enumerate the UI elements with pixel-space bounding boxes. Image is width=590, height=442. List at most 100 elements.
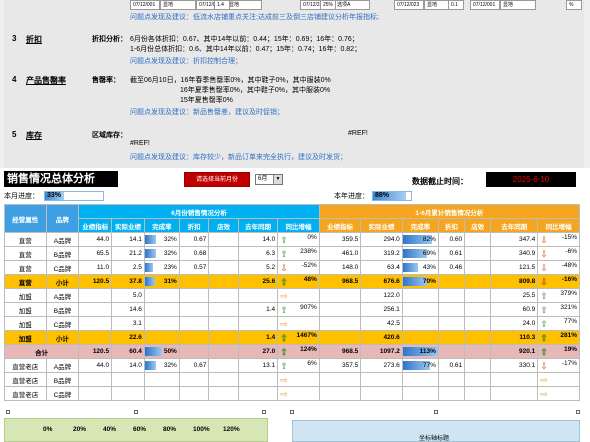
- cell-rate: 31%: [143, 274, 180, 289]
- cell-rate: [401, 386, 439, 401]
- cell-growth: ⇩ -52%: [277, 260, 320, 275]
- col-month-5: 去年同期: [237, 218, 279, 233]
- cell-value: [208, 302, 239, 317]
- cell-value: 319.2: [360, 246, 403, 261]
- cell-value: [178, 288, 210, 303]
- item-title[interactable]: 库存: [26, 130, 42, 141]
- resize-handle-icon[interactable]: [262, 410, 266, 414]
- cell-growth: ⇧ 379%: [537, 288, 580, 303]
- cell-value: [464, 288, 492, 303]
- row-brand: B品牌: [45, 246, 80, 261]
- item-title[interactable]: 折扣: [26, 34, 42, 45]
- row-brand: 小计: [45, 274, 80, 289]
- chevron-down-icon[interactable]: ▼: [273, 175, 282, 184]
- cell-value: [208, 386, 239, 401]
- cell-value: 1.4: [237, 302, 279, 317]
- cell-value: 347.4: [490, 232, 539, 247]
- cell-value: 273.6: [360, 358, 403, 373]
- top-report-area: 07/12/001 显地 07/12/001 显地 07/12/23 选项A 07/12/0…: [0, 0, 590, 168]
- cell-value: 14.0: [111, 358, 145, 373]
- item-note: 问题点发现及建议：折扣控制合理；: [130, 58, 242, 65]
- resize-handle-icon[interactable]: [290, 410, 294, 414]
- arrow-up-icon: ⇧: [540, 332, 548, 343]
- arrow-right-icon: ⇨: [540, 388, 548, 399]
- row-brand: B品牌: [45, 302, 80, 317]
- growth-text: -48%: [561, 261, 577, 269]
- row-attr: 直营: [4, 260, 47, 275]
- cell-value: 27.0: [237, 344, 279, 359]
- cell-value: [178, 316, 210, 331]
- rate-text: 69%: [422, 250, 436, 257]
- rate-bar-fill: [145, 235, 156, 244]
- cell-value: 60.9: [490, 302, 539, 317]
- table-row: 直营 小计 120.5 37.8 31% 25.6 ⇧ 48% 968.5 676.6 70% 809…: [4, 274, 580, 289]
- resize-handle-icon[interactable]: [134, 410, 138, 414]
- item-title[interactable]: 产品售罄率: [26, 75, 66, 86]
- rate-bar-fill: [145, 249, 156, 258]
- rate-bar-fill: [145, 347, 162, 356]
- cell-value: 968.5: [318, 274, 362, 289]
- col-ytd-4: 店效: [464, 218, 492, 233]
- month-select[interactable]: 6月 ▼: [255, 174, 283, 185]
- axis-tick: 20%: [73, 426, 87, 433]
- cell-value: 6.3: [237, 246, 279, 261]
- mini-cell: 显地: [226, 0, 262, 10]
- arrow-up-icon: ⇧: [280, 276, 288, 287]
- row-brand: 小计: [45, 330, 80, 345]
- cell-growth: ⇨: [277, 316, 320, 331]
- arrow-down-icon: ⇩: [540, 360, 548, 371]
- cell-value: 120.5: [78, 344, 113, 359]
- resize-handle-icon[interactable]: [576, 410, 580, 414]
- arrow-right-icon: ⇨: [280, 388, 288, 399]
- rate-text: 77%: [422, 362, 436, 369]
- growth-text: 77%: [563, 317, 577, 325]
- resize-handle-icon[interactable]: [434, 410, 438, 414]
- cell-growth: ⇧ 321%: [537, 302, 580, 317]
- chart-right-panel[interactable]: 坐标轴标题: [292, 420, 580, 442]
- resize-handle-icon[interactable]: [6, 410, 10, 414]
- cell-value: [464, 302, 492, 317]
- cell-value: 121.5: [490, 260, 539, 275]
- rate-text: 32%: [163, 236, 177, 243]
- row-brand: C品牌: [45, 260, 80, 275]
- arrow-up-icon: ⇧: [540, 304, 548, 315]
- chart-left-panel[interactable]: 0% 20% 40% 60% 80% 100% 120%: [4, 418, 268, 442]
- axis-tick: 80%: [163, 426, 177, 433]
- cell-value: 359.5: [318, 232, 362, 247]
- cell-value: [208, 344, 239, 359]
- arrow-right-icon: ⇨: [280, 290, 288, 301]
- cell-value: [237, 288, 279, 303]
- table-row: 合计 120.5 60.4 50% 27.0 ⇧ 124% 968.5 1097.2 113% 92…: [3, 344, 580, 359]
- cell-value: [237, 372, 279, 387]
- axis-title: 坐标轴标题: [419, 436, 450, 442]
- cell-value: [208, 274, 239, 289]
- year-progress-value: 88%: [375, 192, 390, 199]
- cell-value: 11.0: [78, 260, 113, 275]
- cell-value: 44.0: [78, 358, 113, 373]
- cell-rate: 50%: [143, 344, 180, 359]
- cell-value: [111, 386, 145, 401]
- cell-value: 120.5: [78, 274, 113, 289]
- row-attr: 直营老店: [4, 386, 47, 401]
- col-month-1: 实际业绩: [111, 218, 145, 233]
- mini-cell: 选项A: [334, 0, 370, 10]
- select-month-button[interactable]: 请选择当前月份: [184, 172, 250, 187]
- cell-value: 24.0: [490, 316, 539, 331]
- arrow-down-icon: ⇩: [540, 276, 548, 287]
- cell-growth: ⇩ -17%: [537, 358, 580, 373]
- cell-value: [237, 316, 279, 331]
- mini-value: 0.1: [448, 0, 464, 10]
- col-attr: 经营属性: [4, 204, 47, 233]
- cell-value: 461.0: [318, 246, 362, 261]
- arrow-down-icon: ⇩: [540, 248, 548, 259]
- cell-value: [178, 302, 210, 317]
- cell-value: [490, 386, 539, 401]
- growth-text: 1467%: [296, 331, 317, 339]
- rate-text: 70%: [422, 278, 436, 285]
- cell-value: [464, 232, 492, 247]
- row-attr: 加盟: [4, 316, 47, 331]
- cell-value: [360, 386, 403, 401]
- rate-text: 43%: [422, 264, 436, 271]
- cell-value: 110.3: [490, 330, 539, 345]
- mini-cell: 07/12/001: [130, 0, 160, 10]
